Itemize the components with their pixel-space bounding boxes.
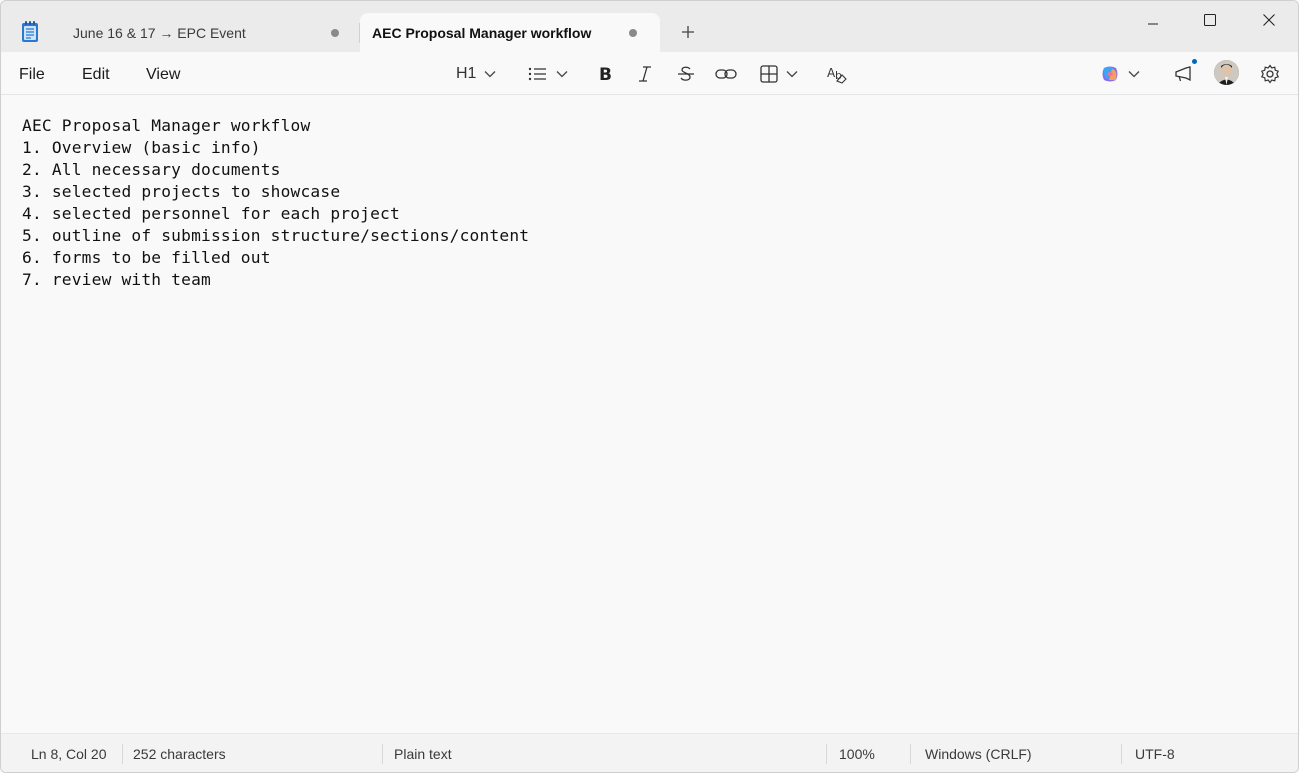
megaphone-icon <box>1175 66 1191 82</box>
bold-button[interactable]: B <box>597 61 613 87</box>
title-bar: June 16 & 17 → EPC Event AEC Proposal Ma… <box>1 1 1298 52</box>
tab-aec-proposal-workflow[interactable]: AEC Proposal Manager workflow <box>360 13 660 52</box>
italic-icon <box>639 66 651 82</box>
close-button[interactable] <box>1246 9 1292 31</box>
line-ending[interactable]: Windows (CRLF) <box>925 746 1032 762</box>
text-editor[interactable]: AEC Proposal Manager workflow 1. Overvie… <box>1 95 1298 733</box>
document-line: 2. All necessary documents <box>22 160 281 179</box>
clear-formatting-icon: Ab <box>827 66 847 84</box>
clear-formatting-button[interactable]: Ab <box>827 61 847 87</box>
gear-icon <box>1260 64 1280 84</box>
encoding[interactable]: UTF-8 <box>1135 746 1175 762</box>
menu-view[interactable]: View <box>146 66 180 84</box>
table-icon <box>760 65 778 83</box>
strikethrough-icon <box>678 66 694 81</box>
unsaved-indicator-icon[interactable] <box>629 29 637 37</box>
maximize-button[interactable] <box>1187 9 1233 31</box>
menu-bar: File Edit View H1 B A b <box>1 52 1298 95</box>
document-line: 6. forms to be filled out <box>22 248 271 267</box>
maximize-icon <box>1204 14 1216 26</box>
close-icon <box>1263 14 1275 26</box>
user-photo-icon <box>1214 60 1239 85</box>
document-line: 1. Overview (basic info) <box>22 138 261 157</box>
table-dropdown[interactable] <box>760 61 798 87</box>
status-divider <box>122 744 123 764</box>
strikethrough-button[interactable] <box>677 61 695 87</box>
chevron-down-icon <box>556 71 568 78</box>
status-divider <box>910 744 911 764</box>
tab-label: AEC Proposal Manager workflow <box>372 25 592 41</box>
text-format[interactable]: Plain text <box>394 746 452 762</box>
status-divider <box>826 744 827 764</box>
document-line: 3. selected projects to showcase <box>22 182 341 201</box>
tab-june-epc-event[interactable]: June 16 & 17 → EPC Event <box>61 13 359 52</box>
unsaved-indicator-icon[interactable] <box>331 29 339 37</box>
notepad-window: June 16 & 17 → EPC Event AEC Proposal Ma… <box>0 0 1299 773</box>
italic-button[interactable] <box>637 61 653 87</box>
document-line: 4. selected personnel for each project <box>22 204 400 223</box>
tab-label: June 16 & 17 → EPC Event <box>73 25 246 41</box>
svg-text:B: B <box>599 65 612 83</box>
notification-badge <box>1192 59 1197 64</box>
new-tab-plus-icon[interactable] <box>677 21 699 43</box>
heading-dropdown[interactable]: H1 <box>456 61 496 87</box>
link-button[interactable] <box>715 61 737 87</box>
cursor-position: Ln 8, Col 20 <box>31 746 107 762</box>
list-icon <box>528 67 546 81</box>
copilot-dropdown[interactable] <box>1100 61 1140 87</box>
zoom-level[interactable]: 100% <box>839 746 875 762</box>
heading-label: H1 <box>456 65 477 82</box>
status-bar: Ln 8, Col 20 252 characters Plain text 1… <box>1 733 1298 772</box>
document-line: AEC Proposal Manager workflow <box>22 116 311 135</box>
list-dropdown[interactable] <box>528 61 568 87</box>
link-icon <box>715 69 737 79</box>
minimize-button[interactable] <box>1130 9 1176 31</box>
whats-new-button[interactable] <box>1174 61 1194 87</box>
bold-icon: B <box>599 65 612 83</box>
chevron-down-icon <box>484 71 496 78</box>
user-avatar[interactable] <box>1214 60 1239 85</box>
character-count: 252 characters <box>133 746 226 762</box>
document-line: 7. review with team <box>22 270 211 289</box>
document-line: 5. outline of submission structure/secti… <box>22 226 530 245</box>
minimize-icon <box>1148 23 1158 25</box>
chevron-down-icon <box>1128 71 1140 78</box>
notepad-app-icon <box>22 21 38 42</box>
copilot-icon <box>1102 66 1118 82</box>
menu-edit[interactable]: Edit <box>82 66 110 84</box>
status-divider <box>1121 744 1122 764</box>
menu-file[interactable]: File <box>19 66 45 84</box>
settings-button[interactable] <box>1260 61 1280 87</box>
status-divider <box>382 744 383 764</box>
chevron-down-icon <box>786 71 798 78</box>
